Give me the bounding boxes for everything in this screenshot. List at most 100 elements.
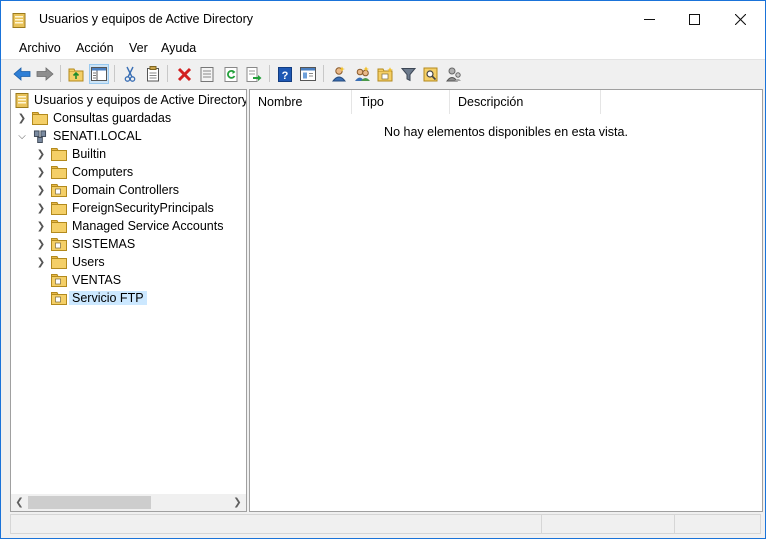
new-ou-button[interactable] [375,64,395,84]
delete-button[interactable] [174,64,194,84]
tree-item-label: Users [72,255,105,269]
copy-icon [147,66,159,82]
close-button[interactable] [717,1,763,38]
cut-icon [124,66,136,82]
column-header-nombre[interactable]: Nombre [250,90,352,114]
scroll-right-icon[interactable]: ❯ [231,496,244,509]
up-folder-button[interactable] [66,64,86,84]
minimize-button[interactable] [626,1,672,38]
menu-ayuda[interactable]: Ayuda [161,41,196,55]
tree-item-saved-queries[interactable]: ❯ Consultas guardadas [15,109,171,127]
chevron-right-icon[interactable]: ❯ [34,237,48,251]
toolbar-separator [323,65,324,82]
chevron-right-icon[interactable]: ❯ [34,165,48,179]
tree-item-builtin[interactable]: ❯ Builtin [34,145,106,163]
tree-item-label: SISTEMAS [72,237,136,251]
new-ou-icon [377,66,393,81]
column-header-descripcion[interactable]: Descripción [450,90,601,114]
properties-icon [200,66,214,82]
filter-button[interactable] [398,64,418,84]
maximize-button[interactable] [671,1,717,38]
tree-item-label: VENTAS [72,273,122,287]
window-title: Usuarios y equipos de Active Directory [39,12,253,26]
title-bar[interactable]: Usuarios y equipos de Active Directory [1,1,765,38]
delegate-control-button[interactable] [444,64,464,84]
back-button[interactable] [12,64,32,84]
show-hide-tree-button[interactable] [89,64,109,84]
status-cell [674,514,761,534]
up-folder-icon [68,68,84,81]
tree-item-label: Managed Service Accounts [72,219,224,233]
status-bar [10,514,761,535]
folder-icon [51,147,67,161]
tree-item-sistemas[interactable]: ❯ SISTEMAS [34,235,135,253]
tree-item-label-selected: Servicio FTP [69,291,147,305]
toolbar-separator [114,65,115,82]
export-list-icon [246,66,262,82]
horizontal-scrollbar[interactable]: ❮ ❯ [11,494,246,511]
results-pane[interactable]: Nombre Tipo Descripción No hay elementos… [249,89,763,512]
chevron-right-icon[interactable]: ❯ [34,201,48,215]
tree-item-servicio-ftp[interactable]: Servicio FTP [34,289,147,307]
chevron-right-icon[interactable]: ❯ [15,111,29,125]
ou-folder-icon [51,183,67,197]
find-button[interactable] [421,64,441,84]
help-button[interactable]: ? [275,64,295,84]
chevron-down-icon[interactable]: ⌵ [15,129,29,143]
ou-folder-icon [51,273,67,287]
toolbar: ? [1,59,765,87]
chevron-right-icon[interactable]: ❯ [34,219,48,233]
domain-icon [33,129,47,143]
column-header-tipo[interactable]: Tipo [352,90,450,114]
toolbar-separator [167,65,168,82]
maximize-icon [688,14,700,25]
forward-button[interactable] [35,64,55,84]
console-view-icon [300,67,316,81]
cut-button[interactable] [120,64,140,84]
new-user-button[interactable] [329,64,349,84]
status-cell [10,514,542,534]
menu-bar: Archivo Acción Ver Ayuda [1,38,765,59]
tree-item-label: Builtin [72,147,107,161]
ad-users-computers-icon [15,92,29,108]
filter-icon [400,67,416,81]
svg-text:?: ? [282,70,289,82]
menu-ver[interactable]: Ver [129,41,148,55]
tree-item-ventas[interactable]: VENTAS [34,271,121,289]
refresh-icon [224,66,237,82]
menu-archivo[interactable]: Archivo [19,41,61,55]
ou-folder-icon [51,237,67,251]
refresh-button[interactable] [221,64,241,84]
minimize-icon [643,19,655,20]
scroll-left-icon[interactable]: ❮ [13,496,26,509]
toolbar-separator [269,65,270,82]
new-user-icon [331,66,347,82]
tree-item-managed-service-accounts[interactable]: ❯ Managed Service Accounts [34,217,224,235]
scrollbar-thumb[interactable] [28,496,151,509]
console-tree[interactable]: Usuarios y equipos de Active Directory [… [10,89,247,512]
folder-icon [32,111,48,125]
tree-root[interactable]: Usuarios y equipos de Active Directory [ [15,91,246,109]
chevron-right-icon[interactable]: ❯ [34,183,48,197]
tree-item-domain[interactable]: ⌵ SENATI.LOCAL [15,127,141,145]
tree-item-domain-controllers[interactable]: ❯ Domain Controllers [34,181,179,199]
tree-item-foreign-security-principals[interactable]: ❯ ForeignSecurityPrincipals [34,199,214,217]
copy-button[interactable] [143,64,163,84]
new-group-button[interactable] [352,64,372,84]
console-view-button[interactable] [298,64,318,84]
tree-item-users[interactable]: ❯ Users [34,253,105,271]
properties-button[interactable] [197,64,217,84]
ad-users-computers-icon [12,13,26,28]
help-icon: ? [278,66,292,82]
chevron-right-icon[interactable]: ❯ [34,255,48,269]
show-hide-tree-icon [91,67,107,81]
tree-item-label: ForeignSecurityPrincipals [72,201,214,215]
export-list-button[interactable] [244,64,264,84]
back-icon [13,67,31,81]
chevron-right-icon[interactable]: ❯ [34,147,48,161]
new-group-icon [354,66,370,81]
folder-icon [51,201,67,215]
menu-accion[interactable]: Acción [76,41,114,55]
tree-item-computers[interactable]: ❯ Computers [34,163,133,181]
window: Usuarios y equipos de Active Directory A… [0,0,766,539]
